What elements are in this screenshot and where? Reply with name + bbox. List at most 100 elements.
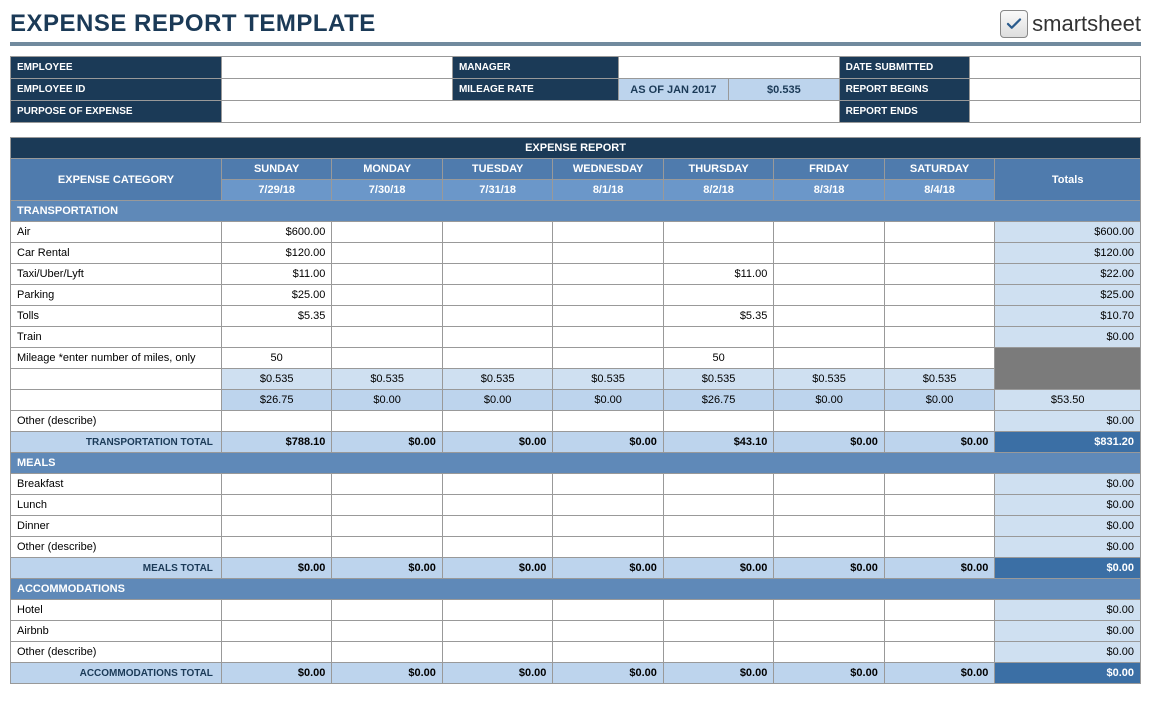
cell[interactable] xyxy=(774,285,884,306)
cell[interactable] xyxy=(442,285,552,306)
cell[interactable] xyxy=(884,222,994,243)
cell[interactable] xyxy=(442,327,552,348)
purpose-field[interactable] xyxy=(221,101,839,123)
cell[interactable] xyxy=(442,243,552,264)
cell[interactable] xyxy=(332,495,442,516)
cell[interactable] xyxy=(221,621,331,642)
cell[interactable] xyxy=(553,495,663,516)
cell[interactable] xyxy=(221,474,331,495)
cell[interactable] xyxy=(221,516,331,537)
cell[interactable] xyxy=(553,642,663,663)
cell[interactable] xyxy=(884,411,994,432)
cell[interactable] xyxy=(774,600,884,621)
cell[interactable] xyxy=(332,222,442,243)
cell[interactable] xyxy=(553,222,663,243)
cell[interactable] xyxy=(221,411,331,432)
cell[interactable] xyxy=(663,495,773,516)
cell[interactable] xyxy=(442,537,552,558)
cell[interactable] xyxy=(774,474,884,495)
cell[interactable] xyxy=(884,306,994,327)
cell[interactable] xyxy=(332,327,442,348)
cell[interactable] xyxy=(332,243,442,264)
cell[interactable] xyxy=(884,621,994,642)
cell[interactable] xyxy=(884,642,994,663)
cell[interactable] xyxy=(884,243,994,264)
cell[interactable] xyxy=(553,348,663,369)
cell[interactable]: $5.35 xyxy=(221,306,331,327)
cell[interactable] xyxy=(553,306,663,327)
employee-id-field[interactable] xyxy=(221,79,452,101)
cell[interactable] xyxy=(663,474,773,495)
cell[interactable] xyxy=(221,327,331,348)
cell[interactable] xyxy=(884,600,994,621)
cell[interactable] xyxy=(774,348,884,369)
cell[interactable] xyxy=(221,642,331,663)
cell[interactable]: $11.00 xyxy=(663,264,773,285)
date-submitted-field[interactable] xyxy=(970,57,1141,79)
cell[interactable] xyxy=(442,222,552,243)
cell[interactable] xyxy=(663,600,773,621)
cell[interactable] xyxy=(442,516,552,537)
cell[interactable] xyxy=(663,285,773,306)
cell[interactable] xyxy=(774,327,884,348)
cell[interactable] xyxy=(774,642,884,663)
cell[interactable] xyxy=(332,642,442,663)
cell[interactable] xyxy=(442,642,552,663)
cell[interactable] xyxy=(442,495,552,516)
cell[interactable]: $5.35 xyxy=(663,306,773,327)
cell[interactable] xyxy=(663,243,773,264)
cell[interactable]: $120.00 xyxy=(221,243,331,264)
cell[interactable]: $600.00 xyxy=(221,222,331,243)
cell[interactable] xyxy=(884,474,994,495)
cell[interactable] xyxy=(553,474,663,495)
cell[interactable]: 50 xyxy=(221,348,331,369)
cell[interactable] xyxy=(332,348,442,369)
cell[interactable] xyxy=(663,222,773,243)
cell[interactable]: 50 xyxy=(663,348,773,369)
employee-field[interactable] xyxy=(221,57,452,79)
cell[interactable] xyxy=(332,516,442,537)
cell[interactable] xyxy=(774,243,884,264)
cell[interactable] xyxy=(884,495,994,516)
report-ends-field[interactable] xyxy=(970,101,1141,123)
cell[interactable] xyxy=(663,537,773,558)
cell[interactable] xyxy=(774,516,884,537)
cell[interactable] xyxy=(663,516,773,537)
cell[interactable] xyxy=(442,348,552,369)
cell[interactable] xyxy=(663,621,773,642)
cell[interactable] xyxy=(774,306,884,327)
cell[interactable] xyxy=(442,621,552,642)
cell[interactable] xyxy=(774,411,884,432)
cell[interactable] xyxy=(221,600,331,621)
manager-field[interactable] xyxy=(618,57,839,79)
cell[interactable] xyxy=(663,642,773,663)
cell[interactable] xyxy=(774,264,884,285)
cell[interactable] xyxy=(332,306,442,327)
cell[interactable] xyxy=(553,327,663,348)
cell[interactable] xyxy=(884,327,994,348)
cell[interactable] xyxy=(553,411,663,432)
cell[interactable] xyxy=(884,537,994,558)
cell[interactable] xyxy=(332,621,442,642)
cell[interactable] xyxy=(442,474,552,495)
cell[interactable] xyxy=(442,306,552,327)
cell[interactable] xyxy=(884,264,994,285)
cell[interactable] xyxy=(553,516,663,537)
cell[interactable] xyxy=(332,600,442,621)
cell[interactable]: $11.00 xyxy=(221,264,331,285)
report-begins-field[interactable] xyxy=(970,79,1141,101)
cell[interactable]: $25.00 xyxy=(221,285,331,306)
cell[interactable] xyxy=(663,327,773,348)
cell[interactable] xyxy=(553,600,663,621)
cell[interactable] xyxy=(774,537,884,558)
cell[interactable] xyxy=(774,222,884,243)
cell[interactable] xyxy=(221,495,331,516)
cell[interactable] xyxy=(221,537,331,558)
cell[interactable] xyxy=(553,621,663,642)
cell[interactable] xyxy=(884,348,994,369)
cell[interactable] xyxy=(663,411,773,432)
cell[interactable] xyxy=(332,411,442,432)
cell[interactable] xyxy=(884,285,994,306)
cell[interactable] xyxy=(553,285,663,306)
cell[interactable] xyxy=(442,264,552,285)
